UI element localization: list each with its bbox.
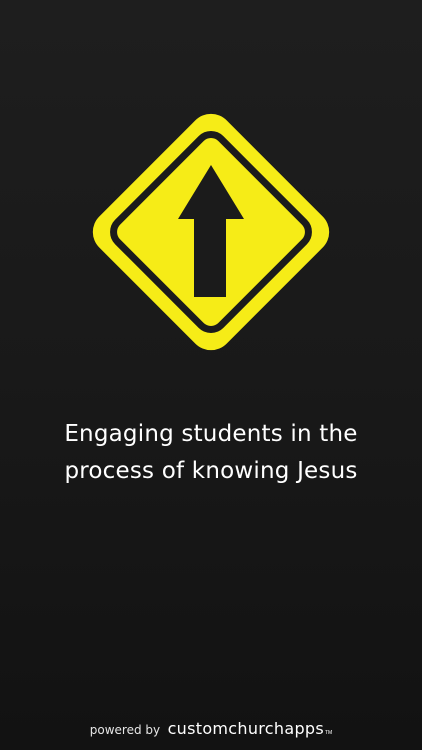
up-arrow-sign-logo (92, 113, 330, 351)
brand-name: customchurchapps (167, 719, 324, 738)
tagline-line-2: process of knowing Jesus (64, 458, 358, 484)
trademark-mark: TM (325, 730, 333, 736)
tagline: Engaging students in the process of know… (0, 416, 422, 490)
powered-by-footer: powered by customchurchappsTM (0, 719, 422, 739)
powered-by-label: powered by (89, 723, 161, 737)
tagline-line-1: Engaging students in the (64, 421, 358, 447)
